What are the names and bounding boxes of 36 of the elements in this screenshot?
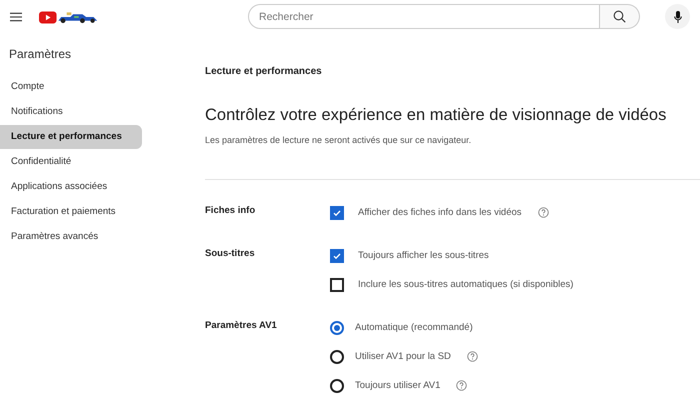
- option-label: Inclure les sous-titres automatiques (si disponibles): [358, 278, 574, 292]
- group-label: Sous-titres: [205, 247, 256, 262]
- checkbox[interactable]: [330, 248, 344, 263]
- sidebar-item[interactable]: Confidentialité: [0, 150, 142, 174]
- option-label: Afficher des fiches info dans les vidéos: [358, 206, 522, 220]
- search-button[interactable]: [600, 4, 640, 29]
- option-label: Automatique (recommandé): [355, 320, 473, 335]
- checkbox[interactable]: [330, 278, 344, 292]
- section-title: Lecture et performances: [205, 65, 323, 79]
- option-label: Toujours utiliser AV1: [355, 378, 440, 393]
- page-heading: Contrôlez votre expérience en matière de visionnage de vidéos: [205, 105, 668, 126]
- help-icon[interactable]: [538, 207, 549, 218]
- microphone-icon: [674, 10, 682, 22]
- help-icon[interactable]: [466, 351, 478, 362]
- radio-button[interactable]: [330, 320, 344, 335]
- option-label: Toujours afficher les sous-titres: [358, 248, 489, 263]
- search-field[interactable]: Rechercher: [248, 4, 600, 29]
- sidebar-item[interactable]: Lecture et performances: [0, 125, 142, 149]
- sidebar-item[interactable]: Facturation et paiements: [0, 200, 142, 224]
- radio-button[interactable]: [330, 378, 344, 393]
- page-subtitle: Les paramètres de lecture ne seront activés que sur ce navigateur.: [205, 134, 472, 147]
- search-icon: [613, 10, 626, 23]
- checkbox[interactable]: [330, 206, 344, 220]
- sidebar-item[interactable]: Applications associées: [0, 175, 142, 199]
- menu-icon[interactable]: [10, 12, 22, 22]
- radio-button[interactable]: [330, 350, 344, 364]
- group-label: Paramètres AV1: [205, 319, 278, 334]
- microphone-button[interactable]: [665, 4, 690, 29]
- logo-drawing[interactable]: [39, 10, 100, 24]
- sidebar-item[interactable]: Compte: [0, 75, 142, 99]
- group-label: Fiches info: [205, 204, 256, 218]
- sidebar-title: Paramètres: [8, 46, 72, 63]
- sidebar-item[interactable]: Paramètres avancés: [0, 225, 142, 249]
- help-icon[interactable]: [456, 380, 468, 392]
- option-label: Utiliser AV1 pour la SD: [355, 350, 451, 364]
- sidebar-item[interactable]: Notifications: [0, 100, 142, 124]
